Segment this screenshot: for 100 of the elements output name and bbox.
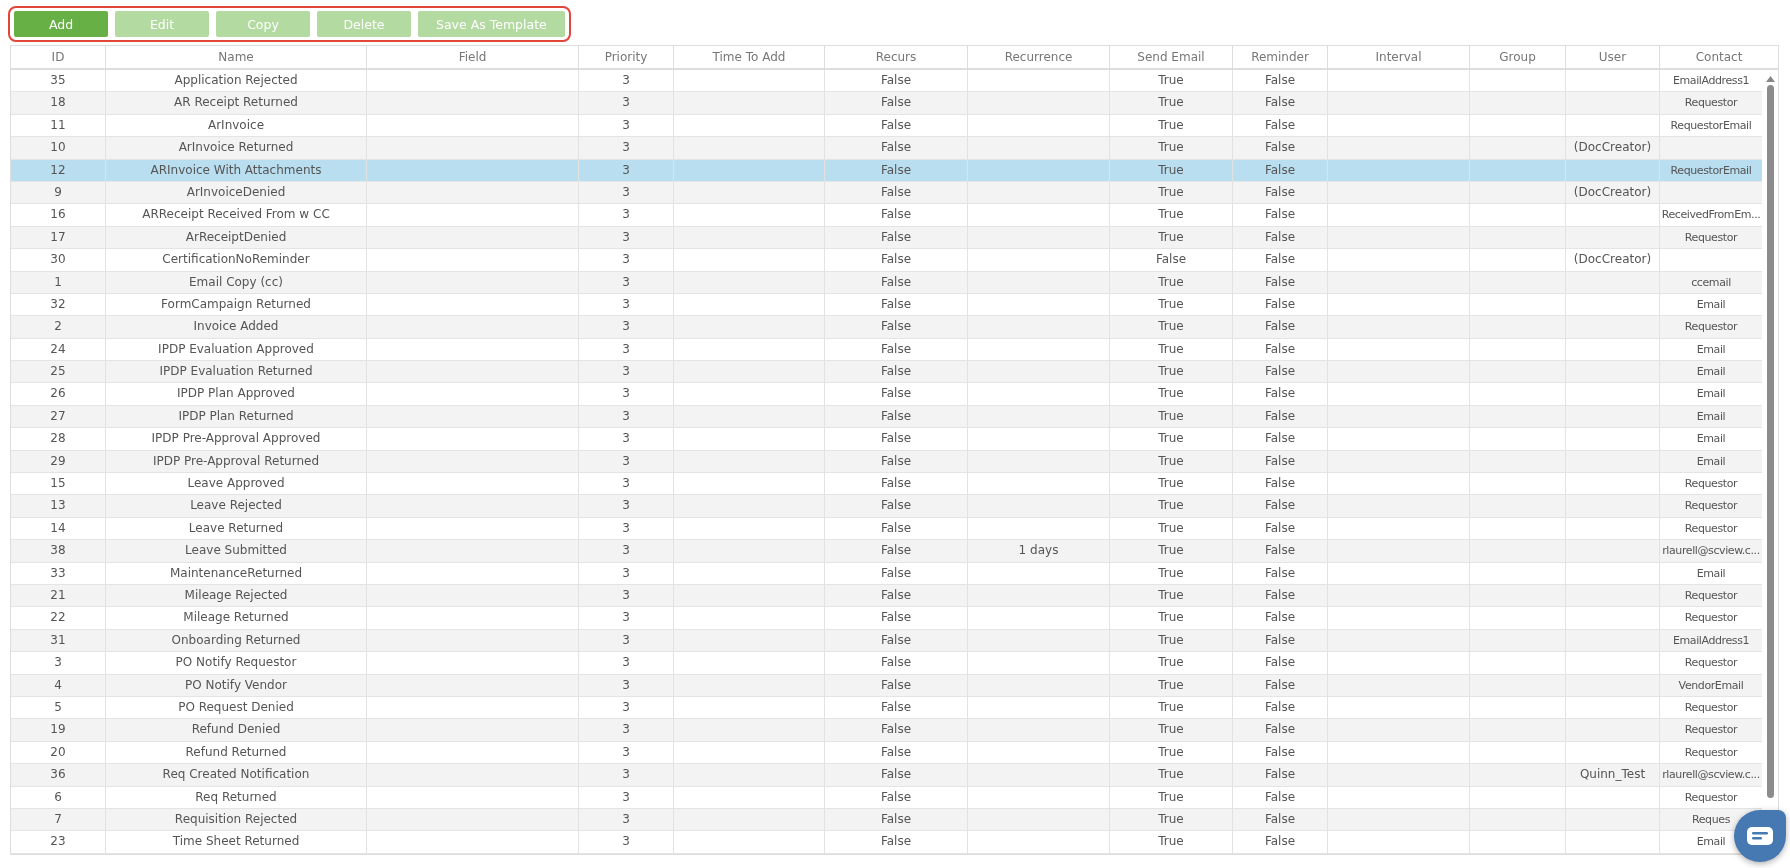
column-header[interactable]: Name <box>105 46 366 68</box>
table-cell: Application Rejected <box>105 70 366 93</box>
table-cell: Mileage Returned <box>105 607 366 630</box>
table-cell: rlaurell@scview.c... <box>1659 764 1762 787</box>
table-cell: 21 <box>11 585 105 608</box>
table-cell: 31 <box>11 629 105 653</box>
table-cell: True <box>1109 495 1232 518</box>
table-cell: False <box>1232 696 1327 720</box>
table-cell: False <box>824 338 967 362</box>
table-cell: False <box>1232 428 1327 451</box>
table-cell: False <box>824 361 967 384</box>
table-cell: 38 <box>11 540 105 563</box>
table-cell: FormCampaign Returned <box>105 293 366 317</box>
column-header[interactable]: Send Email <box>1109 46 1232 68</box>
table-cell: 3 <box>578 114 673 138</box>
table-cell: 3 <box>578 405 673 429</box>
table-cell: False <box>1232 764 1327 787</box>
table-cell: 3 <box>578 786 673 809</box>
table-cell: True <box>1109 629 1232 653</box>
column-header[interactable]: Recurs <box>824 46 967 68</box>
table-cell: False <box>1232 92 1327 115</box>
table-cell: Requestor <box>1659 495 1762 518</box>
column-header[interactable]: Field <box>366 46 578 68</box>
table-cell: False <box>824 540 967 563</box>
column-header[interactable]: ID <box>11 46 105 68</box>
table-cell: False <box>824 629 967 653</box>
column-header[interactable]: Reminder <box>1232 46 1327 68</box>
table-cell: 13 <box>11 495 105 518</box>
scrollbar-thumb[interactable] <box>1766 85 1774 798</box>
table-cell: CertificationNoReminder <box>105 249 366 272</box>
table-cell: 25 <box>11 361 105 384</box>
column-header[interactable]: Priority <box>578 46 673 68</box>
table-cell: False <box>824 652 967 675</box>
table-cell: 3 <box>578 137 673 160</box>
column-header[interactable]: Interval <box>1327 46 1469 68</box>
table-cell: False <box>1232 585 1327 608</box>
table-cell: Requestor <box>1659 786 1762 809</box>
table-cell: True <box>1109 585 1232 608</box>
table-cell: Email <box>1659 293 1762 317</box>
table-cell: False <box>1232 361 1327 384</box>
table-cell: 3 <box>578 741 673 765</box>
table-cell: 3 <box>578 450 673 474</box>
table-cell: 3 <box>578 473 673 496</box>
table-cell: EmailAddress1 <box>1659 629 1762 653</box>
column-header[interactable]: Contact <box>1659 46 1778 68</box>
table-cell: ArInvoiceDenied <box>105 181 366 205</box>
table-cell: Requestor <box>1659 696 1762 720</box>
table-cell: False <box>824 181 967 205</box>
scroll-up-icon[interactable] <box>1765 76 1775 82</box>
table-cell: Requestor <box>1659 517 1762 541</box>
table-cell: False <box>1232 226 1327 250</box>
table-cell: False <box>824 428 967 451</box>
table-cell: 19 <box>11 719 105 742</box>
table-cell: False <box>824 495 967 518</box>
column-header[interactable]: User <box>1565 46 1659 68</box>
table-cell: 3 <box>578 70 673 93</box>
table-cell: Leave Submitted <box>105 540 366 563</box>
table-cell: Requestor <box>1659 473 1762 496</box>
table-cell: Leave Rejected <box>105 495 366 518</box>
table-cell: False <box>824 271 967 294</box>
table-cell: Requestor <box>1659 607 1762 630</box>
table-cell: 3 <box>578 540 673 563</box>
table-cell: 3 <box>578 719 673 742</box>
table-cell: True <box>1109 719 1232 742</box>
table-cell: ReceivedFromEm... <box>1659 204 1762 227</box>
table-cell: IPDP Plan Approved <box>105 383 366 406</box>
table-cell: False <box>1232 808 1327 832</box>
table-cell: False <box>824 114 967 138</box>
table-cell: True <box>1109 70 1232 93</box>
chat-button[interactable] <box>1734 810 1786 862</box>
column-header[interactable]: Recurrence <box>967 46 1109 68</box>
table-cell: 3 <box>578 808 673 832</box>
table-cell: 3 <box>578 674 673 697</box>
table-cell: False <box>1232 450 1327 474</box>
column-header[interactable]: Group <box>1469 46 1565 68</box>
add-button[interactable]: Add <box>14 11 108 37</box>
table-cell: False <box>824 696 967 720</box>
table-cell: True <box>1109 696 1232 720</box>
table-cell: False <box>824 316 967 339</box>
table-cell: 10 <box>11 137 105 160</box>
table-cell: 3 <box>578 764 673 787</box>
table-cell: False <box>824 249 967 272</box>
table-cell: False <box>824 204 967 227</box>
table-cell: 36 <box>11 764 105 787</box>
table-cell: 3 <box>578 607 673 630</box>
column-header[interactable]: Time To Add <box>673 46 824 68</box>
table-cell: False <box>824 607 967 630</box>
table-cell: True <box>1109 293 1232 317</box>
table-cell: (DocCreator) <box>1565 249 1659 272</box>
table-cell: False <box>1232 159 1327 182</box>
table-cell: False <box>1232 204 1327 227</box>
table-cell: False <box>1232 70 1327 93</box>
table-cell: ARReceipt Received From w CC <box>105 204 366 227</box>
table-cell: True <box>1109 473 1232 496</box>
table-cell: False <box>824 473 967 496</box>
table-cell: False <box>824 585 967 608</box>
table-cell: True <box>1109 428 1232 451</box>
table-cell: 9 <box>11 181 105 205</box>
table-cell: AR Receipt Returned <box>105 92 366 115</box>
table-cell: 1 <box>11 271 105 294</box>
